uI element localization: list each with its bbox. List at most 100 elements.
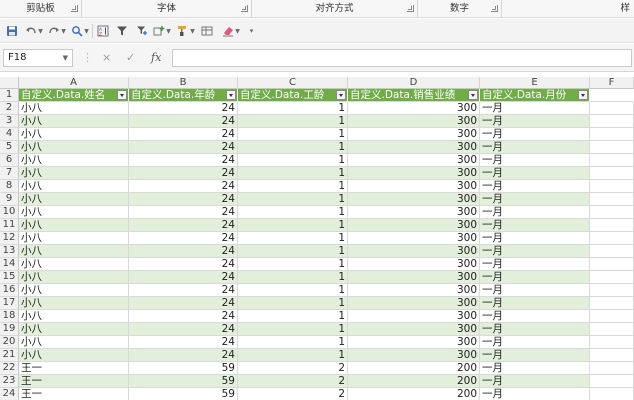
empty-cell[interactable] xyxy=(590,193,634,206)
table-cell[interactable]: 1 xyxy=(238,245,348,258)
advanced-filter-icon[interactable] xyxy=(134,23,150,39)
row-number[interactable]: 16 xyxy=(0,284,19,297)
table-cell[interactable]: 王一 xyxy=(19,375,129,388)
table-cell[interactable]: 一月 xyxy=(480,128,590,141)
table-cell[interactable]: 300 xyxy=(348,219,480,232)
table-cell[interactable]: 1 xyxy=(238,232,348,245)
save-icon[interactable] xyxy=(5,23,19,39)
table-cell[interactable]: 小八 xyxy=(19,167,129,180)
table-header-cell[interactable]: 自定义.Data.月份 xyxy=(480,89,590,102)
empty-cell[interactable] xyxy=(590,336,634,349)
table-cell[interactable]: 24 xyxy=(129,258,238,271)
table-cell[interactable]: 24 xyxy=(129,115,238,128)
customize-toolbar-icon[interactable]: ▾ xyxy=(246,23,256,39)
empty-cell[interactable] xyxy=(590,323,634,336)
table-cell[interactable]: 24 xyxy=(129,271,238,284)
empty-cell[interactable] xyxy=(590,310,634,323)
empty-cell[interactable] xyxy=(590,375,634,388)
table-cell[interactable]: 小八 xyxy=(19,284,129,297)
table-cell[interactable]: 300 xyxy=(348,115,480,128)
row-number[interactable]: 4 xyxy=(0,128,19,141)
filter-dropdown-icon[interactable] xyxy=(117,90,127,100)
dialog-launcher-icon[interactable] xyxy=(491,5,498,12)
table-cell[interactable]: 300 xyxy=(348,349,480,362)
filter-dropdown-icon[interactable] xyxy=(336,90,346,100)
table-cell[interactable]: 24 xyxy=(129,323,238,336)
filter-icon[interactable] xyxy=(115,23,129,39)
table-cell[interactable]: 一月 xyxy=(480,167,590,180)
table-header-cell[interactable]: 自定义.Data.销售业绩 xyxy=(348,89,480,102)
table-cell[interactable]: 王一 xyxy=(19,388,129,400)
table-cell[interactable]: 一月 xyxy=(480,245,590,258)
row-number[interactable]: 19 xyxy=(0,323,19,336)
row-number[interactable]: 18 xyxy=(0,310,19,323)
table-cell[interactable]: 24 xyxy=(129,297,238,310)
table-cell[interactable]: 一月 xyxy=(480,115,590,128)
sort-icon[interactable]: AZ xyxy=(96,23,110,39)
table-cell[interactable]: 24 xyxy=(129,193,238,206)
table-cell[interactable]: 小八 xyxy=(19,258,129,271)
row-number[interactable]: 13 xyxy=(0,245,19,258)
table-cell[interactable]: 300 xyxy=(348,271,480,284)
table-cell[interactable]: 24 xyxy=(129,180,238,193)
row-number[interactable]: 6 xyxy=(0,154,19,167)
empty-cell[interactable] xyxy=(590,89,634,102)
filter-dropdown-icon[interactable] xyxy=(226,90,236,100)
table-cell[interactable]: 一月 xyxy=(480,323,590,336)
table-cell[interactable]: 1 xyxy=(238,115,348,128)
table-cell[interactable]: 300 xyxy=(348,141,480,154)
table-cell[interactable]: 一月 xyxy=(480,310,590,323)
row-number[interactable]: 9 xyxy=(0,193,19,206)
table-cell[interactable]: 1 xyxy=(238,141,348,154)
table-cell[interactable]: 一月 xyxy=(480,193,590,206)
table-cell[interactable]: 1 xyxy=(238,310,348,323)
select-all-corner[interactable] xyxy=(0,77,19,89)
column-header-c[interactable]: C xyxy=(238,77,348,89)
table-cell[interactable]: 小八 xyxy=(19,219,129,232)
table-cell[interactable]: 24 xyxy=(129,102,238,115)
table-cell[interactable]: 300 xyxy=(348,232,480,245)
table-cell[interactable]: 1 xyxy=(238,219,348,232)
cancel-icon[interactable]: × xyxy=(102,50,111,66)
table-cell[interactable]: 小八 xyxy=(19,271,129,284)
row-number[interactable]: 10 xyxy=(0,206,19,219)
row-number[interactable]: 17 xyxy=(0,297,19,310)
undo-icon[interactable]: ▼ xyxy=(24,23,44,39)
dialog-launcher-icon[interactable] xyxy=(241,5,248,12)
table-cell[interactable]: 24 xyxy=(129,336,238,349)
table-cell[interactable]: 24 xyxy=(129,206,238,219)
column-header-f[interactable]: F xyxy=(590,77,634,89)
table-cell[interactable]: 小八 xyxy=(19,193,129,206)
empty-cell[interactable] xyxy=(590,284,634,297)
table-header-cell[interactable]: 自定义.Data.姓名 xyxy=(19,89,129,102)
table-cell[interactable]: 小八 xyxy=(19,349,129,362)
table-cell[interactable]: 300 xyxy=(348,297,480,310)
table-cell[interactable]: 300 xyxy=(348,180,480,193)
table-cell[interactable]: 300 xyxy=(348,310,480,323)
table-cell[interactable]: 300 xyxy=(348,206,480,219)
table-cell[interactable]: 300 xyxy=(348,128,480,141)
empty-cell[interactable] xyxy=(590,102,634,115)
table-cell[interactable]: 24 xyxy=(129,141,238,154)
table-cell[interactable]: 24 xyxy=(129,245,238,258)
table-cell[interactable]: 一月 xyxy=(480,206,590,219)
insert-sheet-icon[interactable]: ▼ xyxy=(152,23,172,39)
table-cell[interactable]: 一月 xyxy=(480,258,590,271)
table-cell[interactable]: 小八 xyxy=(19,102,129,115)
empty-cell[interactable] xyxy=(590,349,634,362)
table-cell[interactable]: 24 xyxy=(129,349,238,362)
row-number[interactable]: 11 xyxy=(0,219,19,232)
empty-cell[interactable] xyxy=(590,141,634,154)
table-cell[interactable]: 24 xyxy=(129,310,238,323)
table-cell[interactable]: 300 xyxy=(348,154,480,167)
row-number[interactable]: 8 xyxy=(0,180,19,193)
table-cell[interactable]: 300 xyxy=(348,102,480,115)
table-cell[interactable]: 2 xyxy=(238,375,348,388)
empty-cell[interactable] xyxy=(590,154,634,167)
empty-cell[interactable] xyxy=(590,297,634,310)
table-cell[interactable]: 200 xyxy=(348,388,480,400)
table-cell[interactable]: 200 xyxy=(348,375,480,388)
table-cell[interactable]: 一月 xyxy=(480,141,590,154)
table-cell[interactable]: 2 xyxy=(238,362,348,375)
row-number[interactable]: 14 xyxy=(0,258,19,271)
